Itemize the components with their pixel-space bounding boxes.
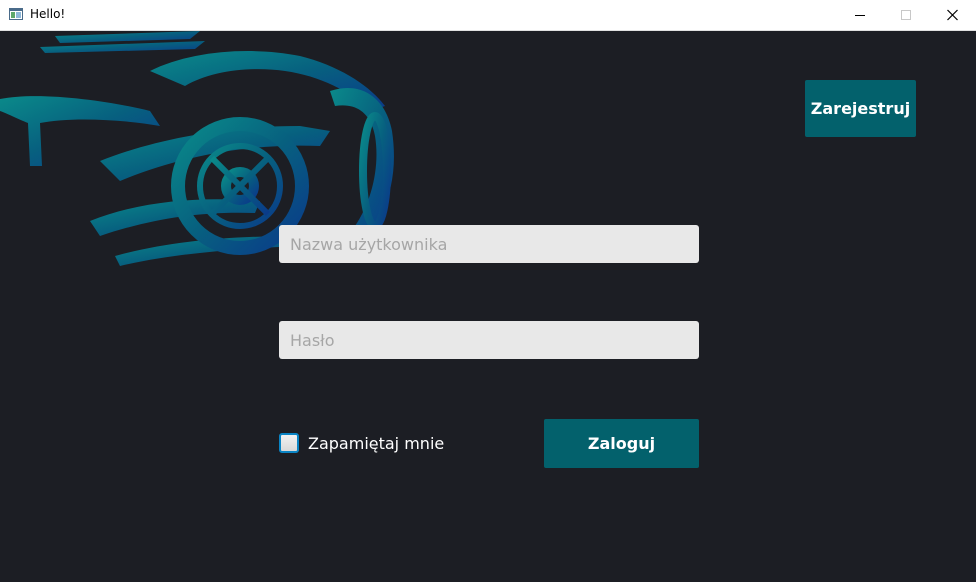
content-area: Zarejestruj Zapamiętaj mnie Zaloguj [0, 31, 976, 582]
app-window-icon [9, 8, 23, 20]
remember-me-label[interactable]: Zapamiętaj mnie [308, 434, 444, 453]
window-title: Hello! [30, 7, 66, 21]
remember-me-row[interactable]: Zapamiętaj mnie [279, 430, 444, 456]
maximize-button[interactable] [884, 0, 930, 30]
minimize-button[interactable] [838, 0, 884, 30]
close-icon [947, 9, 958, 21]
close-button[interactable] [930, 0, 976, 30]
username-input[interactable] [279, 225, 699, 263]
password-input[interactable] [279, 321, 699, 359]
register-button[interactable]: Zarejestruj [805, 80, 916, 137]
maximize-icon [901, 10, 911, 20]
login-button[interactable]: Zaloguj [544, 419, 699, 468]
remember-me-checkbox[interactable] [279, 433, 299, 453]
app-window: Hello! Zarejestruj Nazwa użytkownika Zap… [0, 0, 976, 582]
title-bar[interactable]: Hello! [0, 0, 976, 31]
minimize-icon [855, 15, 865, 16]
